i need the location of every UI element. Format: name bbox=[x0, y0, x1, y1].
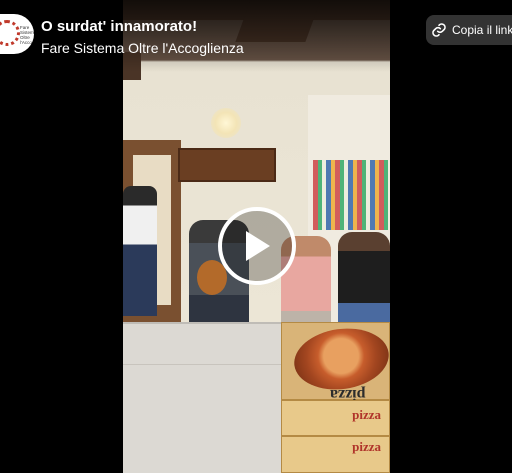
pizza-box-label: pizza bbox=[352, 439, 381, 454]
play-icon bbox=[246, 231, 270, 261]
link-icon bbox=[432, 23, 446, 37]
pizza-boxes: pizza pizza pizza bbox=[281, 322, 390, 473]
page-name-link[interactable]: Fare Sistema Oltre l'Accoglienza bbox=[41, 40, 244, 56]
copy-link-label: Copia il link bbox=[452, 23, 512, 37]
avatar-logo-text: Fare Sistema Oltre l'Accoglienza bbox=[20, 25, 34, 45]
pizza-box-label: pizza bbox=[352, 407, 381, 422]
video-title[interactable]: O surdat' innamorato! bbox=[41, 18, 197, 35]
page-avatar[interactable]: Fare Sistema Oltre l'Accoglienza bbox=[0, 14, 34, 54]
copy-link-button[interactable]: Copia il link bbox=[426, 15, 512, 45]
play-button[interactable] bbox=[218, 207, 296, 285]
video-header: Fare Sistema Oltre l'Accoglienza O surda… bbox=[0, 0, 512, 72]
